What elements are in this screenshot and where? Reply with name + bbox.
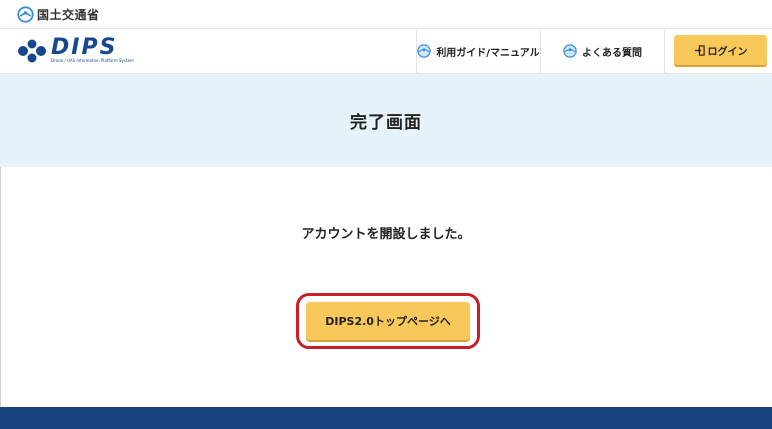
dips-logo[interactable]: DIPS Drone / UAS Information Platform Sy… xyxy=(17,35,134,63)
dips-top-page-button[interactable]: DIPS2.0トップページへ xyxy=(306,302,470,340)
page-title: 完了画面 xyxy=(350,113,422,133)
footer xyxy=(0,407,772,429)
dips-logo-icon xyxy=(17,39,47,63)
completion-message: アカウントを開設しました。 xyxy=(301,227,471,242)
globe-icon xyxy=(563,44,577,58)
mlit-logo-icon xyxy=(17,5,34,23)
nav-guide-link[interactable]: 利用ガイド/マニュアル xyxy=(416,29,540,73)
title-band: 完了画面 xyxy=(0,74,772,167)
nav-faq-label: よくある質問 xyxy=(582,47,642,59)
content-border xyxy=(0,167,1,407)
login-button[interactable]: ログイン xyxy=(674,35,767,65)
globe-icon xyxy=(417,44,432,58)
nav-faq-link[interactable]: よくある質問 xyxy=(540,29,665,73)
gov-logo[interactable]: 国土交通省 xyxy=(17,5,100,23)
site-header: DIPS Drone / UAS Information Platform Sy… xyxy=(0,29,772,74)
login-label: ログイン xyxy=(707,46,748,58)
brand-subtitle: Drone / UAS Information Platform System xyxy=(51,58,134,63)
login-door-icon xyxy=(694,44,705,56)
brand-name: DIPS xyxy=(51,35,118,60)
gov-name: 国土交通省 xyxy=(37,7,100,22)
nav-guide-label: 利用ガイド/マニュアル xyxy=(436,47,540,59)
government-bar: 国土交通省 xyxy=(0,0,772,29)
